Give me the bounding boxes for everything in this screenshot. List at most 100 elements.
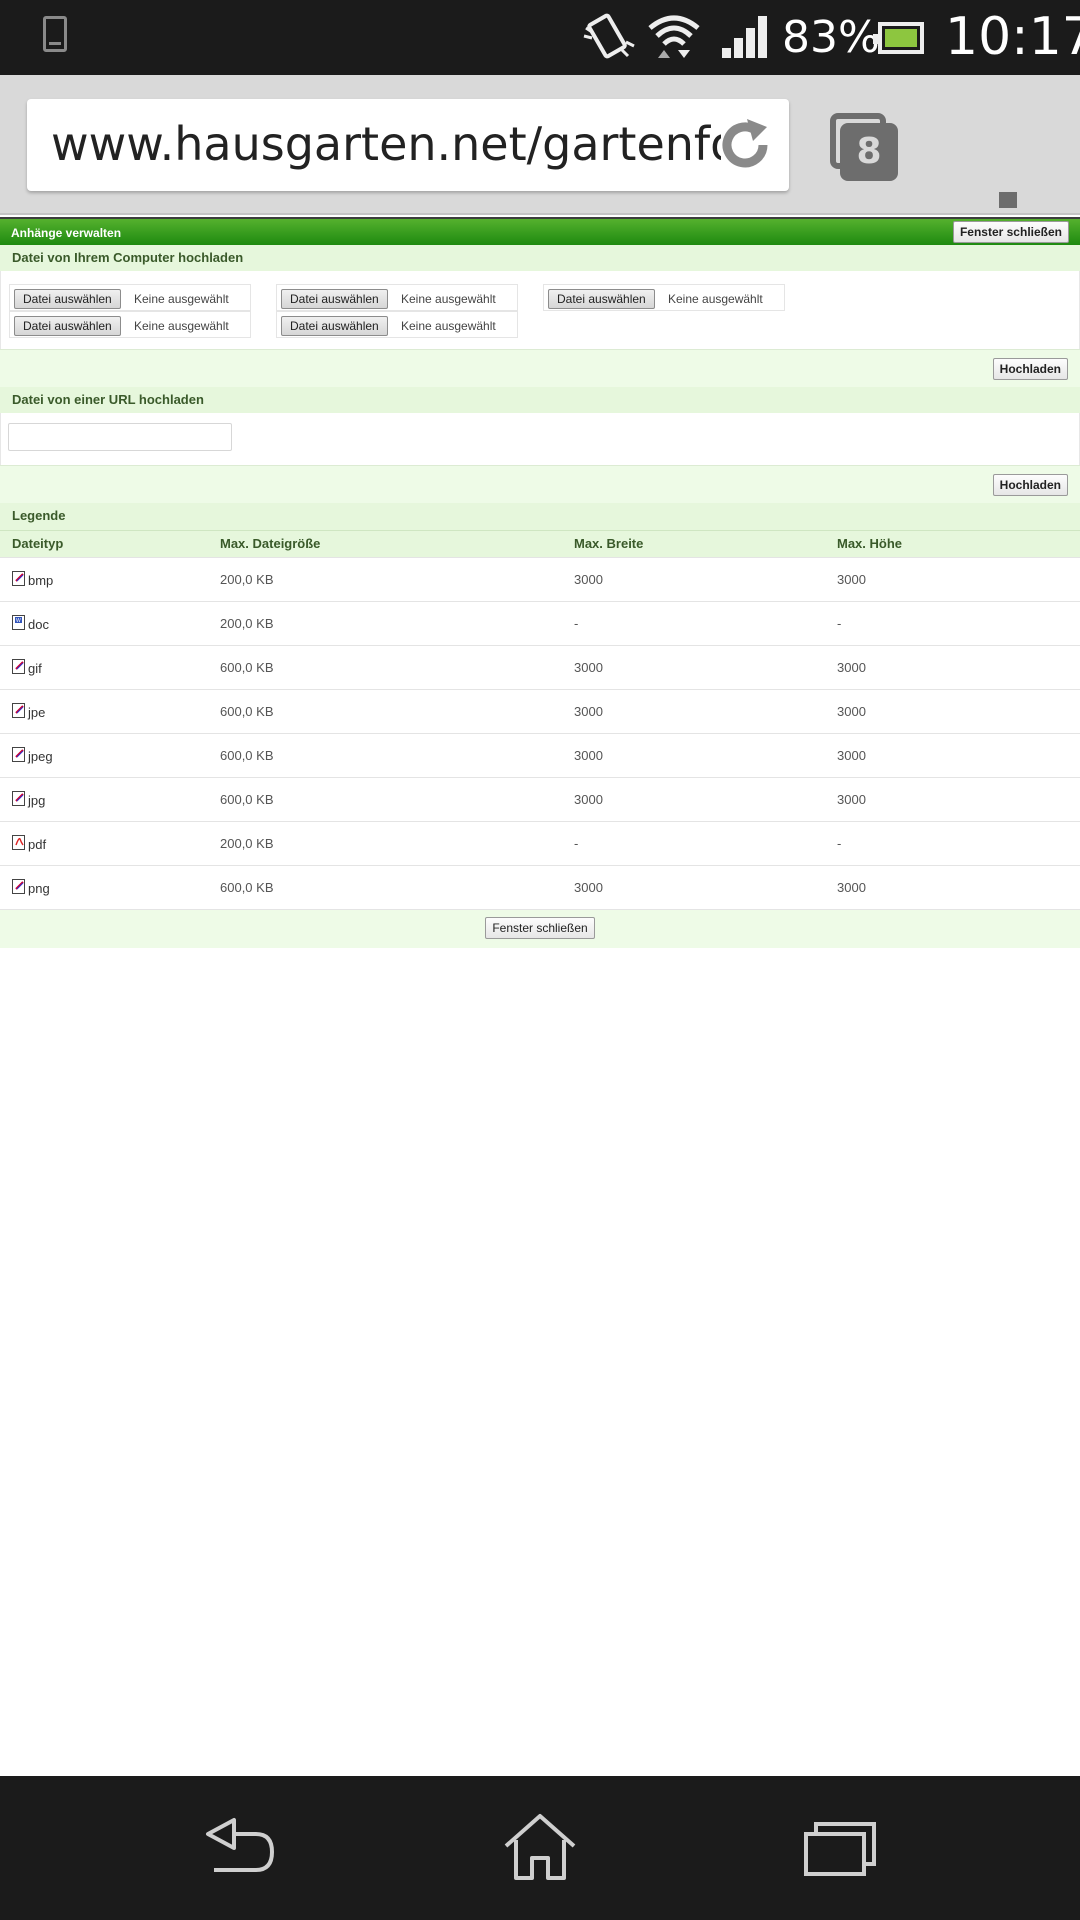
image-file-icon [12, 658, 27, 675]
url-upload-heading: Datei von einer URL hochladen [0, 387, 1080, 413]
table-row: gif 600,0 KB 3000 3000 [0, 644, 1080, 689]
max-height: 3000 [825, 864, 1080, 910]
table-row: jpeg 600,0 KB 3000 3000 [0, 732, 1080, 777]
file-input-2[interactable]: Datei auswählen Keine ausgewählt [276, 284, 518, 311]
file-type: png [28, 880, 50, 896]
max-size: 600,0 KB [208, 644, 562, 689]
computer-upload-actions: Hochladen [0, 349, 1080, 387]
url-text[interactable]: www.hausgarten.net/gartenforum [51, 117, 721, 171]
max-height: 3000 [825, 556, 1080, 601]
column-header-width: Max. Breite [562, 531, 825, 557]
max-width: - [562, 600, 825, 645]
max-size: 600,0 KB [208, 732, 562, 777]
window-title-bar: Anhänge verwalten Fenster schließen [0, 217, 1080, 245]
reload-icon[interactable] [717, 117, 773, 173]
max-width: 3000 [562, 732, 825, 777]
choose-file-button[interactable]: Datei auswählen [14, 289, 121, 309]
max-height: - [825, 600, 1080, 645]
choose-file-button[interactable]: Datei auswählen [281, 289, 388, 309]
upload-computer-button[interactable]: Hochladen [992, 358, 1068, 380]
max-size: 600,0 KB [208, 864, 562, 910]
image-file-icon [12, 878, 27, 895]
file-status: Keine ausgewählt [401, 319, 496, 333]
file-input-3[interactable]: Datei auswählen Keine ausgewählt [543, 284, 785, 311]
column-header-height: Max. Höhe [825, 531, 1080, 557]
navigation-bar [0, 1776, 1080, 1920]
wifi-icon [648, 15, 700, 58]
vibrate-icon [583, 13, 635, 59]
signal-icon [722, 16, 767, 58]
battery-icon [873, 22, 924, 54]
image-file-icon [12, 702, 27, 719]
table-row: Wdoc 200,0 KB - - [0, 600, 1080, 645]
url-upload-actions: Hochladen [0, 465, 1080, 503]
back-icon[interactable] [200, 1812, 280, 1882]
max-width: 3000 [562, 864, 825, 910]
legend-header-row: Dateityp Max. Dateigröße Max. Breite Max… [0, 531, 1080, 557]
image-file-icon [12, 746, 27, 763]
address-bar[interactable]: www.hausgarten.net/gartenforum [27, 99, 789, 191]
file-type: gif [28, 660, 42, 676]
image-file-icon [12, 570, 27, 587]
home-icon[interactable] [500, 1812, 580, 1882]
max-height: 3000 [825, 688, 1080, 733]
max-height: 3000 [825, 644, 1080, 689]
max-width: 3000 [562, 688, 825, 733]
max-height: 3000 [825, 776, 1080, 821]
upload-url-button[interactable]: Hochladen [992, 474, 1068, 496]
url-input[interactable] [8, 423, 232, 451]
max-size: 200,0 KB [208, 600, 562, 645]
file-type: jpeg [28, 748, 53, 764]
table-row: jpe 600,0 KB 3000 3000 [0, 688, 1080, 733]
file-type: jpe [28, 704, 46, 720]
table-row: jpg 600,0 KB 3000 3000 [0, 776, 1080, 821]
max-width: 3000 [562, 644, 825, 689]
tab-count: 8 [840, 123, 898, 181]
file-status: Keine ausgewählt [401, 292, 496, 306]
legend-heading: Legende [0, 503, 1080, 531]
computer-upload-heading: Datei von Ihrem Computer hochladen [0, 245, 1080, 271]
svg-text:W: W [16, 618, 21, 624]
choose-file-button[interactable]: Datei auswählen [281, 316, 388, 336]
tabs-icon[interactable]: 8 [830, 113, 898, 181]
legend-table: Dateityp Max. Dateigröße Max. Breite Max… [0, 531, 1080, 910]
battery-percentage: 83% [782, 12, 880, 63]
column-header-type: Dateityp [0, 531, 208, 557]
choose-file-button[interactable]: Datei auswählen [14, 316, 121, 336]
table-row: png 600,0 KB 3000 3000 [0, 864, 1080, 910]
pdf-file-icon [12, 834, 27, 851]
max-size: 600,0 KB [208, 776, 562, 821]
browser-toolbar: www.hausgarten.net/gartenforum 8 [0, 75, 1080, 260]
file-type: pdf [28, 836, 47, 852]
max-size: 200,0 KB [208, 820, 562, 865]
max-height: 3000 [825, 732, 1080, 777]
table-row: bmp 200,0 KB 3000 3000 [0, 556, 1080, 601]
table-row: pdf 200,0 KB - - [0, 820, 1080, 865]
close-window-bottom-button[interactable]: Fenster schließen [485, 916, 595, 939]
max-size: 600,0 KB [208, 688, 562, 733]
file-status: Keine ausgewählt [134, 292, 229, 306]
recent-apps-icon[interactable] [800, 1812, 880, 1882]
max-width: - [562, 820, 825, 865]
file-input-1[interactable]: Datei auswählen Keine ausgewählt [9, 284, 251, 311]
file-input-5[interactable]: Datei auswählen Keine ausgewählt [276, 311, 518, 338]
max-height: - [825, 820, 1080, 865]
max-size: 200,0 KB [208, 556, 562, 601]
image-file-icon [12, 790, 27, 807]
file-type: doc [28, 616, 49, 632]
status-bar: 83% 10:17 [0, 0, 1080, 75]
file-inputs-area: Datei auswählen Keine ausgewählt Datei a… [0, 271, 1080, 349]
file-status: Keine ausgewählt [134, 319, 229, 333]
attachments-page: Anhänge verwalten Fenster schließen Date… [0, 217, 1080, 948]
max-width: 3000 [562, 776, 825, 821]
choose-file-button[interactable]: Datei auswählen [548, 289, 655, 309]
file-type: bmp [28, 572, 54, 588]
column-header-size: Max. Dateigröße [208, 531, 562, 557]
file-input-4[interactable]: Datei auswählen Keine ausgewählt [9, 311, 251, 338]
max-width: 3000 [562, 556, 825, 601]
close-window-button[interactable]: Fenster schließen [952, 221, 1069, 243]
file-status: Keine ausgewählt [668, 292, 763, 306]
file-type: jpg [28, 792, 46, 808]
word-document-icon: W [12, 614, 27, 631]
phone-icon [43, 16, 67, 52]
